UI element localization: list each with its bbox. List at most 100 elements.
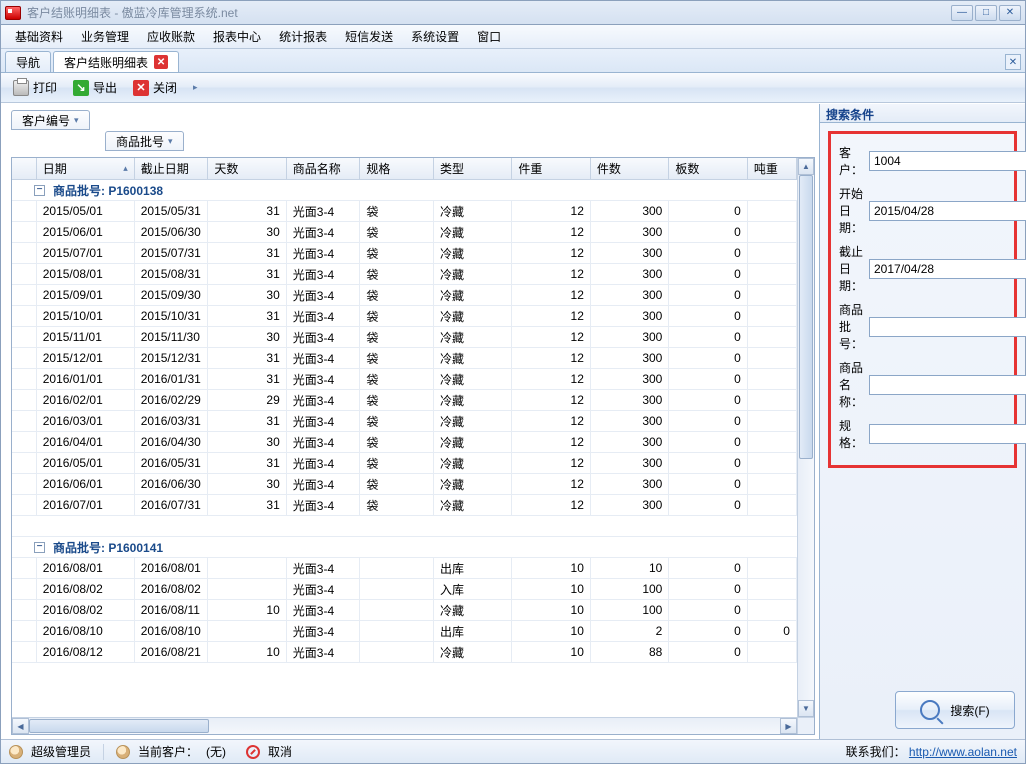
- table-row[interactable]: 2015/06/012015/06/3030光面3-4袋冷藏123000: [12, 222, 797, 243]
- table-row[interactable]: 2016/06/012016/06/3030光面3-4袋冷藏123000: [12, 474, 797, 495]
- cell: 袋: [360, 453, 434, 473]
- scroll-up-arrow[interactable]: ▲: [798, 158, 814, 175]
- cell: 袋: [360, 474, 434, 494]
- cancel-icon[interactable]: [246, 745, 260, 759]
- scroll-thumb[interactable]: [799, 175, 813, 459]
- column-header[interactable]: 件数: [591, 158, 669, 179]
- scroll-down-arrow[interactable]: ▼: [798, 700, 814, 717]
- column-header[interactable]: 截止日期: [135, 158, 209, 179]
- tab-close-icon[interactable]: ✕: [154, 55, 168, 69]
- cell: 12: [512, 243, 590, 263]
- menu-系统设置[interactable]: 系统设置: [403, 25, 467, 48]
- table-row[interactable]: 2016/03/012016/03/3131光面3-4袋冷藏123000: [12, 411, 797, 432]
- column-header[interactable]: 类型: [434, 158, 512, 179]
- table-row[interactable]: 2016/04/012016/04/3030光面3-4袋冷藏123000: [12, 432, 797, 453]
- chevron-down-icon: ▾: [74, 115, 79, 126]
- collapse-icon[interactable]: −: [34, 185, 45, 196]
- export-label: 导出: [93, 79, 117, 96]
- table-row[interactable]: 2016/05/012016/05/3131光面3-4袋冷藏123000: [12, 453, 797, 474]
- menu-应收账款[interactable]: 应收账款: [139, 25, 203, 48]
- table-row[interactable]: 2015/12/012015/12/3131光面3-4袋冷藏123000: [12, 348, 797, 369]
- group-row[interactable]: −商品批号: P1600138: [12, 180, 797, 201]
- menu-短信发送[interactable]: 短信发送: [337, 25, 401, 48]
- customer-combo[interactable]: ▼: [869, 151, 1026, 171]
- scroll-thumb[interactable]: [29, 719, 209, 733]
- search-button[interactable]: 搜索(F): [895, 691, 1015, 729]
- scroll-track[interactable]: [29, 718, 780, 734]
- column-header[interactable]: 板数: [669, 158, 747, 179]
- column-header[interactable]: 日期: [37, 158, 135, 179]
- table-row[interactable]: 2016/01/012016/01/3131光面3-4袋冷藏123000: [12, 369, 797, 390]
- cell: 10: [208, 600, 286, 620]
- close-tab-button[interactable]: ✕ 关闭: [127, 76, 183, 99]
- menu-业务管理[interactable]: 业务管理: [73, 25, 137, 48]
- filter-tab-batch[interactable]: 商品批号 ▾: [105, 131, 184, 151]
- scroll-left-arrow[interactable]: ◀: [12, 718, 29, 734]
- cell: 0: [669, 558, 747, 578]
- grid-body[interactable]: −商品批号: P16001382015/05/012015/05/3131光面3…: [12, 180, 797, 717]
- close-button[interactable]: ✕: [999, 5, 1021, 21]
- maximize-button[interactable]: □: [975, 5, 997, 21]
- print-button[interactable]: 打印: [7, 76, 63, 99]
- table-row[interactable]: 2016/08/022016/08/1110光面3-4冷藏101000: [12, 600, 797, 621]
- column-header[interactable]: 商品名称: [287, 158, 361, 179]
- table-row[interactable]: 2015/10/012015/10/3131光面3-4袋冷藏123000: [12, 306, 797, 327]
- cell: [208, 621, 286, 641]
- tabs-close-all[interactable]: ✕: [1005, 54, 1021, 70]
- cell: 88: [591, 642, 669, 662]
- table-row[interactable]: 2015/11/012015/11/3030光面3-4袋冷藏123000: [12, 327, 797, 348]
- filter-tab-customer[interactable]: 客户编号 ▾: [11, 110, 90, 130]
- menu-统计报表[interactable]: 统计报表: [271, 25, 335, 48]
- start-date-picker[interactable]: ▼: [869, 201, 1026, 221]
- menu-报表中心[interactable]: 报表中心: [205, 25, 269, 48]
- table-row[interactable]: 2016/07/012016/07/3131光面3-4袋冷藏123000: [12, 495, 797, 516]
- search-panel-title: 搜索条件: [820, 104, 1025, 123]
- table-row[interactable]: 2016/08/022016/08/02光面3-4入库101000: [12, 579, 797, 600]
- cell: 31: [208, 264, 286, 284]
- cancel-label[interactable]: 取消: [268, 743, 292, 760]
- cell: [208, 558, 286, 578]
- horizontal-scrollbar[interactable]: ◀ ▶: [12, 718, 797, 734]
- scroll-track[interactable]: [798, 175, 814, 700]
- table-row[interactable]: 2015/07/012015/07/3131光面3-4袋冷藏123000: [12, 243, 797, 264]
- column-header[interactable]: 规格: [360, 158, 434, 179]
- minimize-button[interactable]: —: [951, 5, 973, 21]
- column-header[interactable]: 吨重: [748, 158, 797, 179]
- table-row[interactable]: 2016/08/102016/08/10光面3-4出库10200: [12, 621, 797, 642]
- group-row[interactable]: −商品批号: P1600141: [12, 537, 797, 558]
- tab-nav[interactable]: 导航: [5, 51, 51, 72]
- cell: 2016/02/01: [37, 390, 135, 410]
- contact-link[interactable]: http://www.aolan.net: [909, 745, 1017, 759]
- tab-detail[interactable]: 客户结账明细表 ✕: [53, 51, 179, 72]
- table-row[interactable]: 2015/08/012015/08/3131光面3-4袋冷藏123000: [12, 264, 797, 285]
- batch-input[interactable]: [869, 317, 1026, 337]
- export-button[interactable]: ↘ 导出: [67, 76, 123, 99]
- cell: 0: [669, 453, 747, 473]
- menu-窗口[interactable]: 窗口: [469, 25, 509, 48]
- product-name-input[interactable]: [869, 375, 1026, 395]
- customer-input[interactable]: [869, 151, 1026, 171]
- table-row[interactable]: 2016/08/012016/08/01光面3-4出库10100: [12, 558, 797, 579]
- spec-input[interactable]: [869, 424, 1026, 444]
- start-date-input[interactable]: [869, 201, 1026, 221]
- column-header[interactable]: 天数: [208, 158, 286, 179]
- cell: 300: [591, 327, 669, 347]
- toolbar-overflow[interactable]: ▸: [191, 80, 200, 95]
- cell: 300: [591, 264, 669, 284]
- collapse-icon[interactable]: −: [34, 542, 45, 553]
- table-row[interactable]: 2015/05/012015/05/3131光面3-4袋冷藏123000: [12, 201, 797, 222]
- table-row[interactable]: 2015/09/012015/09/3030光面3-4袋冷藏123000: [12, 285, 797, 306]
- cell: 31: [208, 453, 286, 473]
- menu-基础资料[interactable]: 基础资料: [7, 25, 71, 48]
- column-header[interactable]: [12, 158, 37, 179]
- cell: [748, 411, 797, 431]
- end-date-input[interactable]: [869, 259, 1026, 279]
- end-date-picker[interactable]: ▼: [869, 259, 1026, 279]
- vertical-scrollbar[interactable]: ▲ ▼: [797, 158, 814, 717]
- table-row[interactable]: 2016/02/012016/02/2929光面3-4袋冷藏123000: [12, 390, 797, 411]
- cell: 光面3-4: [287, 600, 361, 620]
- column-header[interactable]: 件重: [512, 158, 590, 179]
- cell: 12: [512, 411, 590, 431]
- table-row[interactable]: 2016/08/122016/08/2110光面3-4冷藏10880: [12, 642, 797, 663]
- scroll-right-arrow[interactable]: ▶: [780, 718, 797, 734]
